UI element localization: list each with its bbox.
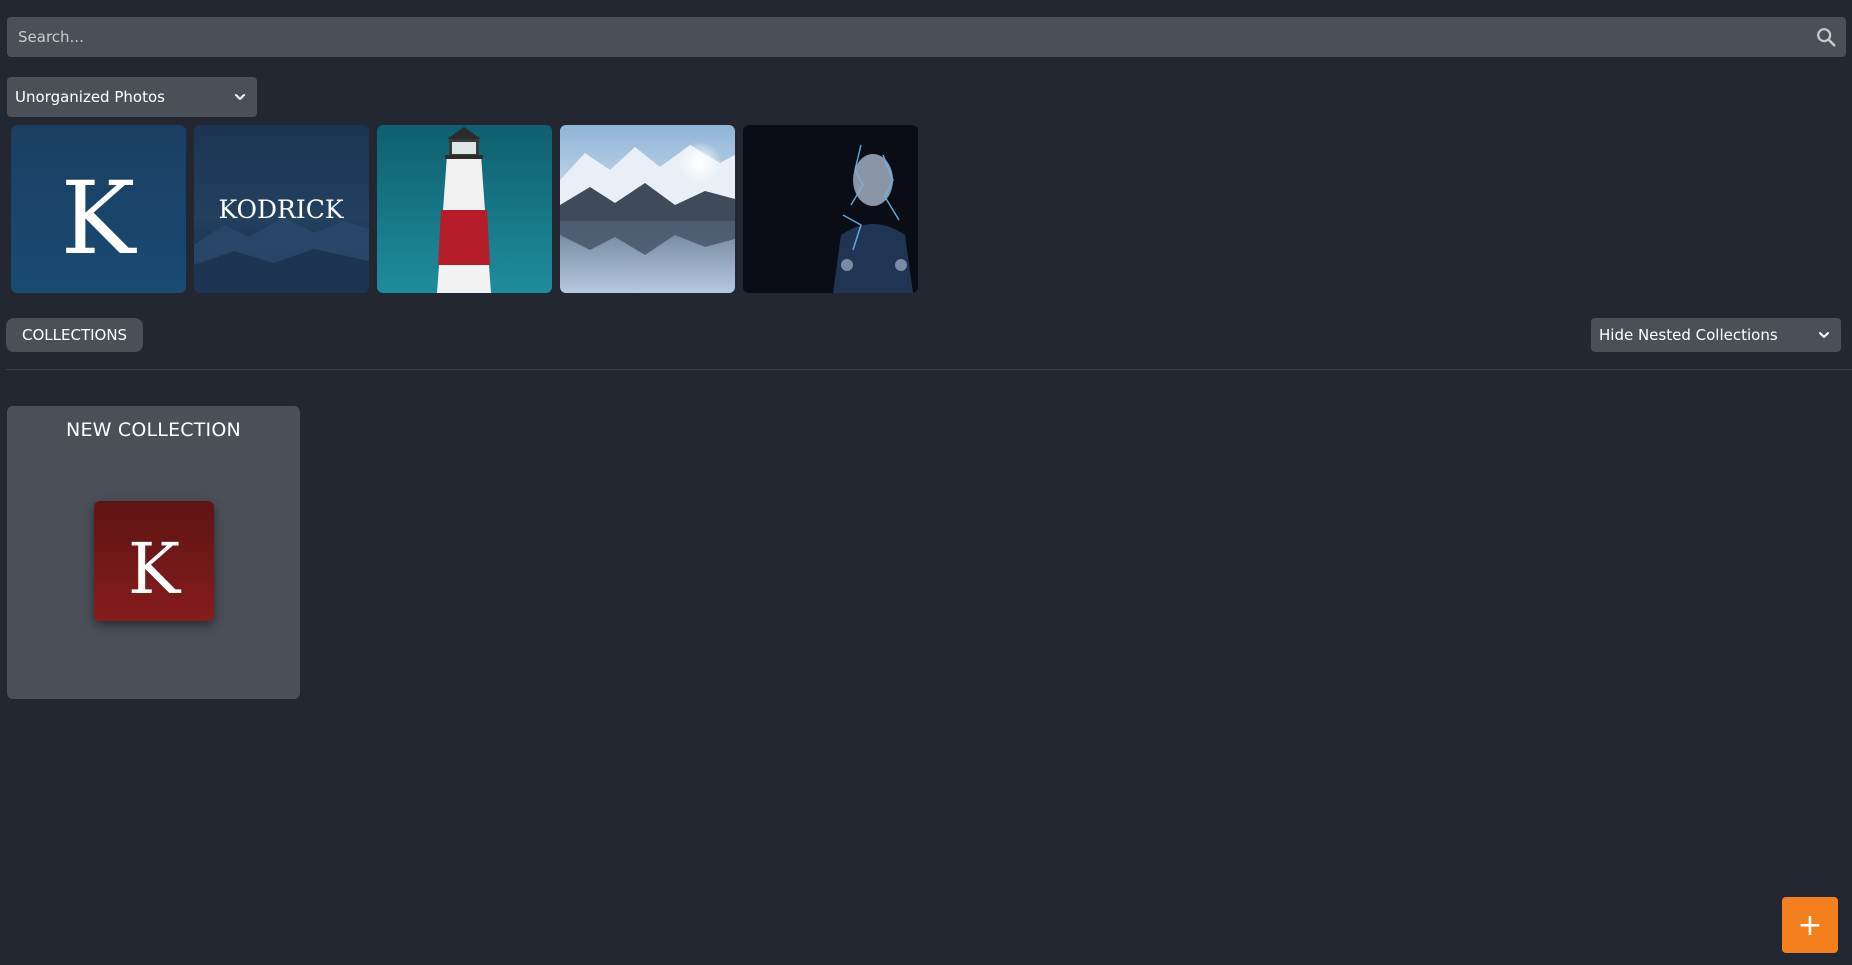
search-input[interactable] [7, 17, 1806, 57]
photo-library-page: Unorganized Photos K [0, 0, 1852, 965]
chevron-down-icon [1819, 332, 1829, 338]
search-icon [1817, 28, 1836, 47]
album-filter-label: Unorganized Photos [15, 88, 165, 106]
search-button[interactable] [1806, 17, 1846, 57]
collections-button[interactable]: COLLECTIONS [6, 318, 144, 352]
lighthouse-image [377, 125, 552, 293]
svg-text:K: K [128, 528, 182, 610]
collection-title: NEW COLLECTION [66, 419, 241, 441]
k-logo-image: K [11, 125, 186, 293]
photo-thumbnail[interactable] [560, 125, 735, 293]
collection-cover-image: K [94, 501, 214, 621]
section-divider [6, 369, 1852, 370]
kodrick-text: KODRICK [218, 195, 344, 224]
k-logo-red-image: K [94, 501, 214, 621]
chevron-down-icon [235, 94, 245, 100]
album-filter-dropdown[interactable]: Unorganized Photos [7, 77, 257, 117]
photo-thumbnail[interactable] [377, 125, 552, 293]
photo-thumbnail[interactable]: K [11, 125, 186, 293]
svg-text:K: K [61, 160, 138, 277]
search-bar [7, 17, 1846, 57]
portrait-image [743, 125, 918, 293]
photo-thumbnail[interactable]: KODRICK [194, 125, 369, 293]
nested-collections-label: Hide Nested Collections [1599, 326, 1778, 344]
photo-thumbnail[interactable] [743, 125, 918, 293]
nested-collections-dropdown[interactable]: Hide Nested Collections [1591, 318, 1841, 352]
kodrick-banner-image: KODRICK [194, 125, 369, 293]
mountain-lake-image [560, 125, 735, 293]
photo-strip: K KODRICK [11, 125, 918, 293]
collection-card[interactable]: NEW COLLECTION K [7, 406, 300, 699]
add-button[interactable]: + [1782, 897, 1838, 953]
